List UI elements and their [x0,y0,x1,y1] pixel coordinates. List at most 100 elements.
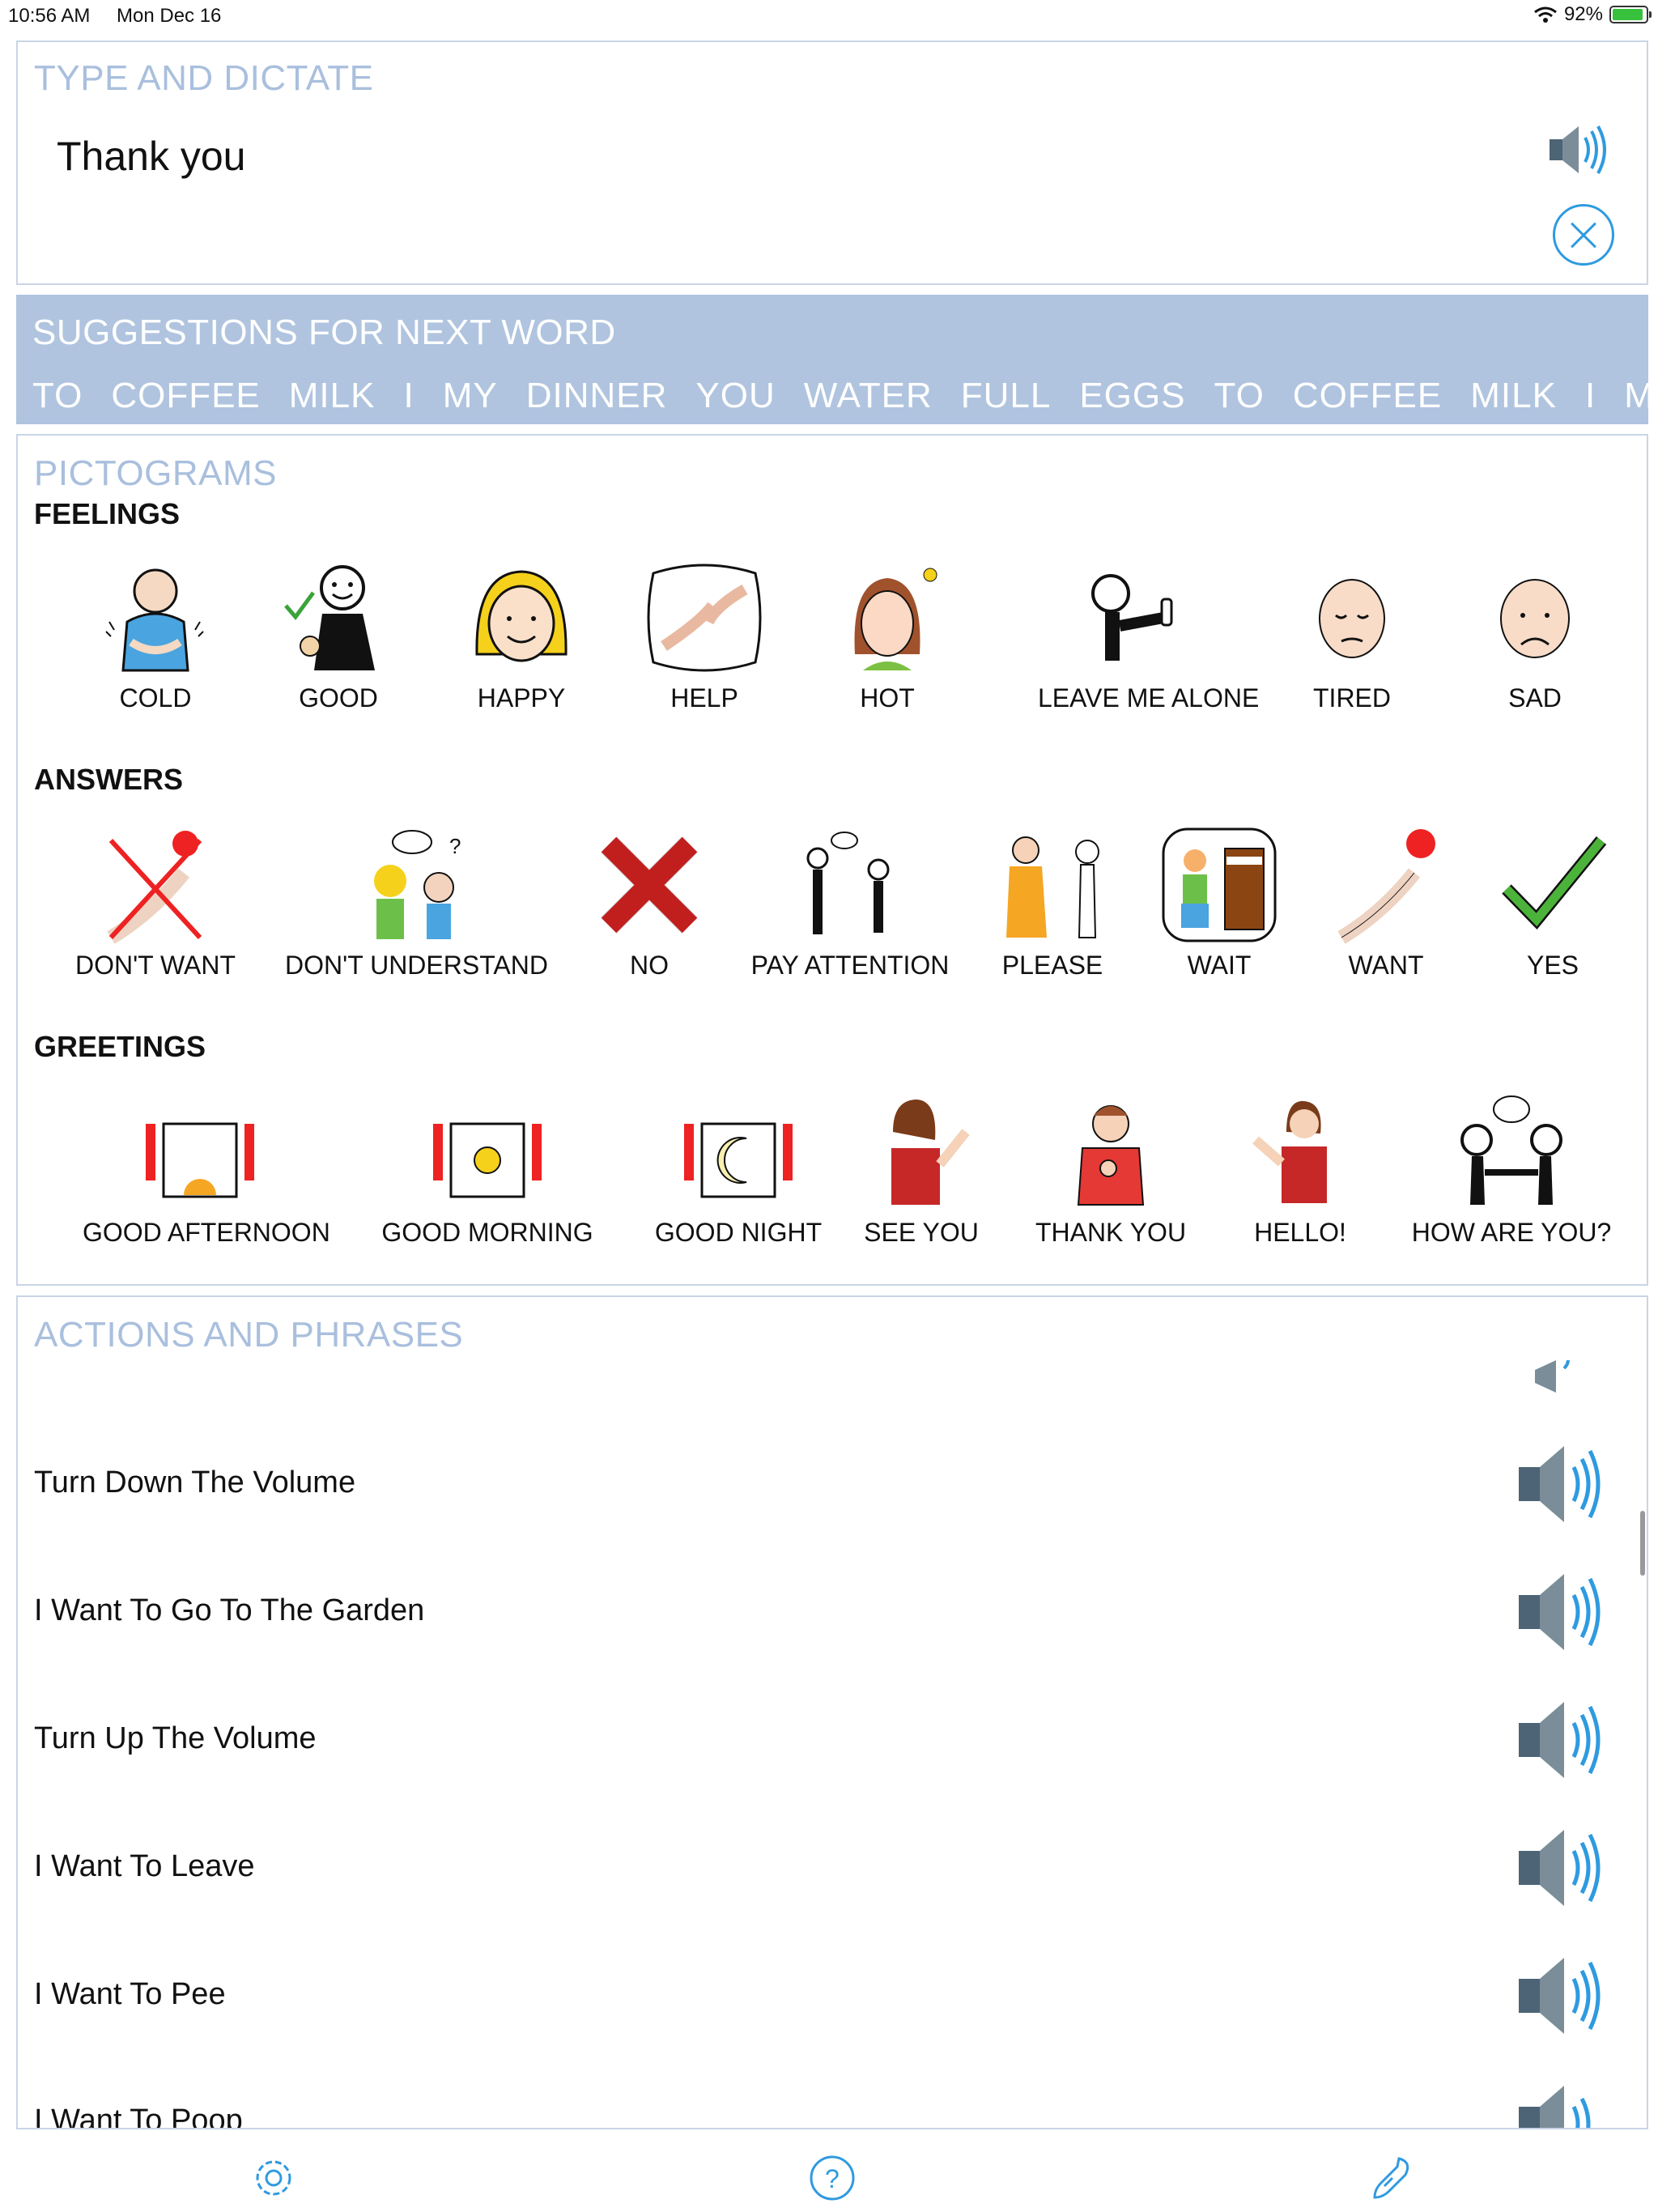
pictogram-label: PAY ATTENTION [750,951,950,980]
pictogram-dont-want[interactable]: DON'T WANT [66,824,244,981]
status-date: Mon Dec 16 [117,5,222,27]
pictogram-pay-attention[interactable]: PAY ATTENTION [745,824,955,981]
pictogram-thank-you[interactable]: THANK YOU [1022,1091,1200,1248]
phrase-go-to-garden[interactable]: I Want To Go To The Garden [34,1593,424,1628]
pictograms-title: PICTOGRAMS [34,453,278,493]
suggestion-word[interactable]: EGGS [1079,376,1185,416]
want-icon [1337,829,1435,944]
pictogram-leave-me-alone[interactable]: LEAVE ME ALONE [1038,557,1260,713]
help-icon[interactable]: ? [808,2154,857,2202]
pictogram-yes[interactable]: YES [1464,824,1642,981]
pictogram-help[interactable]: HELP [615,557,793,713]
pictogram-sad[interactable]: SAD [1446,557,1624,713]
good-afternoon-icon [146,1122,254,1198]
type-and-dictate-panel: TYPE AND DICTATE Thank you [16,40,1648,285]
suggestion-word[interactable]: COFFEE [111,376,260,416]
suggestion-word[interactable]: FULL [961,376,1052,416]
pictogram-hello[interactable]: HELLO! [1211,1091,1389,1248]
pictogram-label: SAD [1508,683,1562,713]
pictogram-label: SEE YOU [864,1218,979,1247]
dont-understand-icon: ? [374,830,461,939]
status-right: 92% [1533,3,1652,26]
phrase-leave[interactable]: I Want To Leave [34,1849,255,1884]
cold-icon [105,568,204,672]
pictogram-label: WAIT [1187,951,1252,980]
suggestion-word[interactable]: TO [1214,376,1264,416]
pictograms-panel: PICTOGRAMS FEELINGS ANSWERS GREETINGS CO… [16,434,1648,1286]
suggestion-word[interactable]: MY [443,376,498,416]
pay-attention-icon [806,832,890,934]
pictogram-label: DON'T WANT [74,951,236,980]
pictogram-hot[interactable]: HOT [798,557,976,713]
pictogram-label: DON'T UNDERSTAND [285,951,548,980]
pictogram-want[interactable]: WANT [1297,824,1475,981]
suggestion-word[interactable]: MY [1624,376,1648,416]
pictogram-see-you[interactable]: SEE YOU [832,1091,1010,1248]
happy-icon [475,570,568,662]
suggestion-word[interactable]: WATER [804,376,933,416]
speaker-icon[interactable] [1516,1823,1605,1912]
phrase-poop[interactable]: I Want To Poop [34,2104,243,2128]
svg-text:?: ? [449,834,461,858]
actions-title: ACTIONS AND PHRASES [34,1315,464,1355]
pictogram-label: TIRED [1313,683,1391,713]
speaker-icon[interactable] [1516,1951,1605,2040]
suggestion-list: TO COFFEE MILK I MY DINNER YOU WATER FULL EGGS TO C… [32,376,1648,416]
leave-me-alone-icon [1091,574,1173,661]
pictogram-good-morning[interactable]: GOOD MORNING [374,1091,601,1248]
pictogram-label: WANT [1348,951,1424,980]
phrase-turn-up-volume[interactable]: Turn Up The Volume [34,1721,317,1756]
type-panel-title: TYPE AND DICTATE [34,58,374,98]
suggestions-panel: SUGGESTIONS FOR NEXT WORD TO COFFEE MILK I M… [16,295,1648,424]
pictogram-label: HELLO! [1254,1218,1346,1247]
suggestion-word[interactable]: COFFEE [1293,376,1442,416]
pictogram-please[interactable]: PLEASE [963,824,1141,981]
see-you-icon [891,1100,970,1205]
good-morning-icon [433,1122,542,1198]
settings-icon[interactable] [249,2154,298,2202]
pictogram-tired[interactable]: TIRED [1263,557,1441,713]
pictogram-wait[interactable]: WAIT [1130,824,1308,981]
suggestion-word[interactable]: MILK [289,376,376,416]
speaker-icon[interactable] [1516,1360,1596,1393]
pictogram-label: LEAVE ME ALONE [1038,683,1260,713]
actions-phrases-panel: ACTIONS AND PHRASES Turn Down The Volume… [16,1295,1648,2129]
how-are-you-icon [1460,1095,1562,1205]
pictogram-good-afternoon[interactable]: GOOD AFTERNOON [83,1091,330,1248]
pictogram-how-are-you[interactable]: HOW ARE YOU? [1410,1091,1613,1248]
suggestions-title: SUGGESTIONS FOR NEXT WORD [32,313,616,352]
suggestion-word[interactable]: I [1585,376,1596,416]
speaker-icon[interactable] [1516,2079,1605,2129]
pictogram-no[interactable]: NO [560,824,738,981]
pictogram-happy[interactable]: HAPPY [432,557,610,713]
speaker-icon[interactable] [1516,1695,1605,1784]
pictogram-label: THANK YOU [1035,1218,1187,1247]
brush-icon[interactable] [1367,2154,1415,2202]
speaker-icon[interactable] [1516,1568,1605,1657]
help-hands-icon [647,564,762,672]
speaker-icon[interactable] [1516,1440,1605,1529]
suggestion-word[interactable]: YOU [695,376,775,416]
suggestion-word[interactable]: TO [32,376,83,416]
pictogram-cold[interactable]: COLD [66,557,244,713]
pictogram-good[interactable]: GOOD [249,557,427,713]
dont-want-icon [107,831,202,944]
pictogram-dont-understand[interactable]: ? DON'T UNDERSTAND [285,824,548,981]
suggestion-word[interactable]: MILK [1470,376,1557,416]
pictogram-label: YES [1526,951,1579,980]
pictogram-label: GOOD [299,683,378,713]
scrollbar[interactable] [1640,1511,1645,1576]
good-night-icon [684,1122,793,1198]
typed-text-field[interactable]: Thank you [57,133,245,180]
phrase-pee[interactable]: I Want To Pee [34,1977,226,2012]
pictogram-label: HOT [860,683,915,713]
speak-text-icon[interactable] [1546,121,1611,178]
suggestion-word[interactable]: I [403,376,414,416]
clear-text-button[interactable] [1553,204,1614,266]
tired-icon [1319,579,1385,658]
suggestion-word[interactable]: DINNER [526,376,668,416]
pictogram-good-night[interactable]: GOOD NIGHT [633,1091,844,1248]
phrase-turn-down-volume[interactable]: Turn Down The Volume [34,1465,355,1500]
svg-text:?: ? [825,2164,840,2193]
status-bar: 10:56 AM Mon Dec 16 92% [0,0,1658,34]
